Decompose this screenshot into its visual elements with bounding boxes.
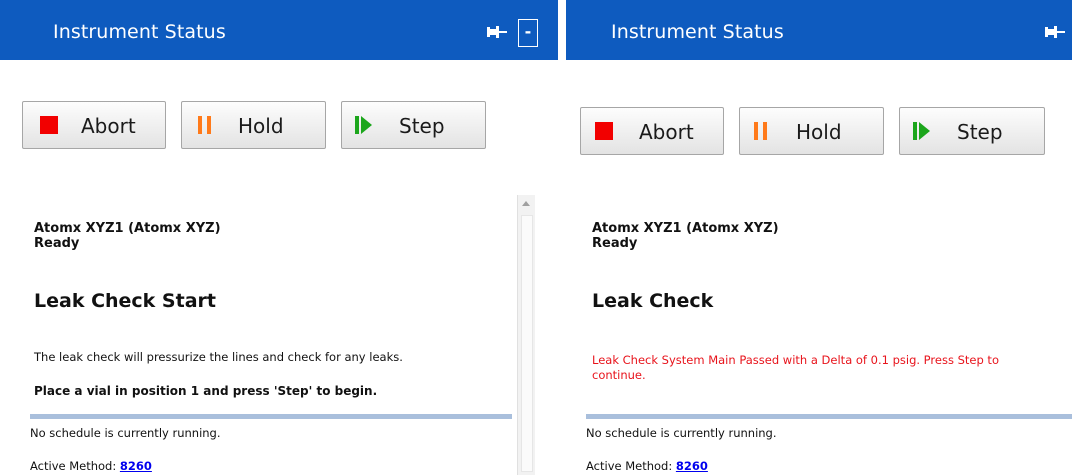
pin-icon[interactable]: [486, 24, 508, 40]
active-method-label: Active Method:: [586, 459, 673, 473]
instrument-name: Atomx XYZ1 (Atomx XYZ): [592, 221, 779, 236]
scroll-thumb[interactable]: [521, 215, 533, 472]
hold-button[interactable]: Hold: [181, 101, 326, 149]
pause-icon: [754, 122, 768, 140]
step-button[interactable]: Step: [341, 101, 486, 149]
instrument-status-panel-left: Instrument Status - Abort Hold Step Atom…: [0, 0, 558, 475]
abort-button[interactable]: Abort: [22, 101, 166, 149]
hold-label: Hold: [238, 114, 284, 138]
section-title: Leak Check Start: [34, 290, 216, 312]
minimize-button[interactable]: -: [518, 19, 538, 47]
abort-label: Abort: [81, 114, 136, 138]
stop-icon: [595, 122, 613, 140]
step-instruction: Place a vial in position 1 and press 'St…: [34, 384, 378, 398]
abort-button[interactable]: Abort: [580, 107, 724, 155]
hold-label: Hold: [796, 120, 842, 144]
instrument-status-panel-right: Instrument Status Abort Hold Step Atomx …: [566, 0, 1072, 475]
schedule-status: No schedule is currently running.: [30, 426, 221, 440]
panel-title: Instrument Status: [611, 21, 784, 43]
panel-header: Instrument Status: [566, 0, 1072, 60]
active-method-link[interactable]: 8260: [120, 459, 152, 473]
active-method: Active Method: 8260: [586, 459, 708, 473]
step-status-message: Leak Check System Main Passed with a Del…: [592, 353, 999, 382]
step-forward-icon: [355, 116, 373, 134]
abort-label: Abort: [639, 120, 694, 144]
hold-button[interactable]: Hold: [739, 107, 884, 155]
step-forward-icon: [913, 122, 931, 140]
stop-icon: [40, 116, 58, 134]
instrument-state: Ready: [592, 236, 638, 251]
panel-title: Instrument Status: [53, 21, 226, 43]
scroll-up-icon[interactable]: [522, 201, 530, 206]
divider: [586, 414, 1072, 419]
instrument-name: Atomx XYZ1 (Atomx XYZ): [34, 221, 221, 236]
section-title: Leak Check: [592, 290, 714, 312]
pause-icon: [198, 116, 212, 134]
vertical-scrollbar[interactable]: [517, 195, 535, 475]
active-method-label: Active Method:: [30, 459, 117, 473]
instrument-state: Ready: [34, 236, 80, 251]
schedule-status: No schedule is currently running.: [586, 426, 777, 440]
step-description: The leak check will pressurize the lines…: [34, 350, 403, 364]
step-button[interactable]: Step: [899, 107, 1045, 155]
step-label: Step: [957, 120, 1003, 144]
active-method-link[interactable]: 8260: [676, 459, 708, 473]
active-method: Active Method: 8260: [30, 459, 152, 473]
pin-icon[interactable]: [1044, 24, 1066, 40]
step-label: Step: [399, 114, 445, 138]
divider: [30, 414, 512, 419]
panel-header: Instrument Status -: [0, 0, 558, 60]
